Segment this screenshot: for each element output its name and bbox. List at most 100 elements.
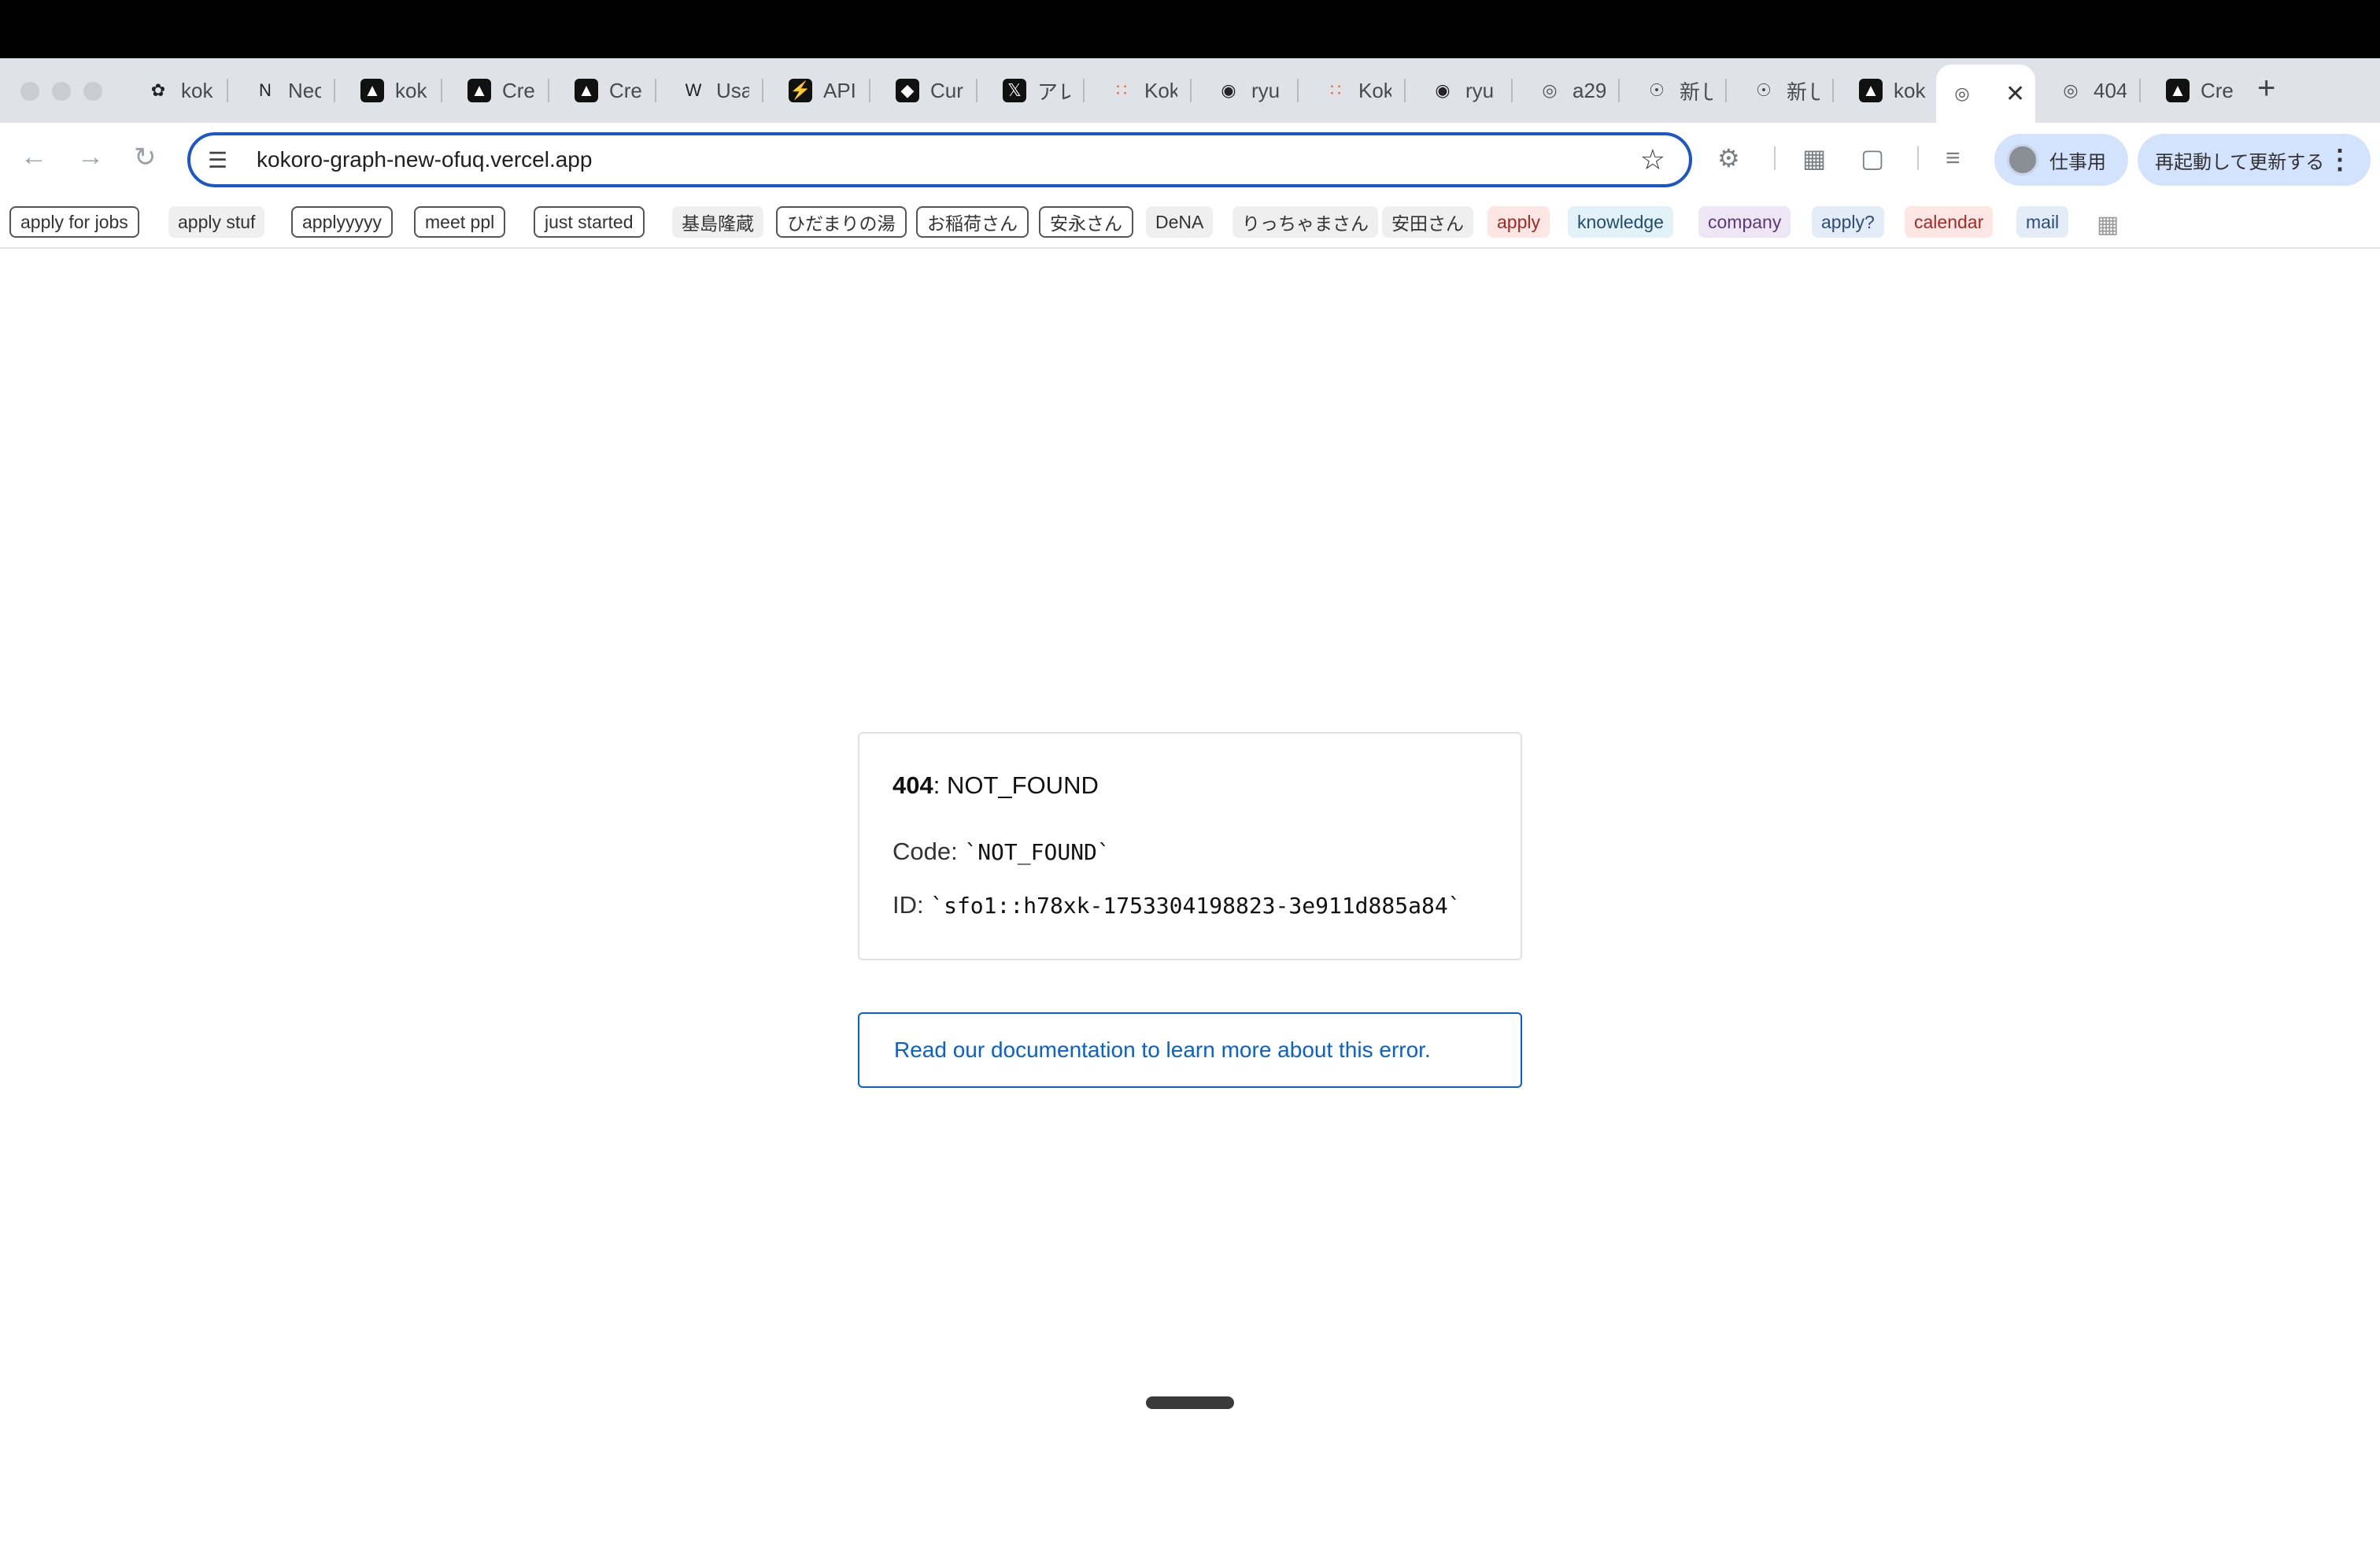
bookmark-item[interactable]: calendar bbox=[1905, 206, 1994, 238]
tab[interactable]: ▲ kok bbox=[1845, 66, 1938, 115]
tab-separator bbox=[655, 79, 656, 102]
tab-title: Kok bbox=[1144, 78, 1177, 102]
close-tab-icon[interactable]: ✕ bbox=[2005, 80, 2025, 108]
tab[interactable]: ∷ Kok bbox=[1096, 66, 1188, 115]
error-code-label: Code: bbox=[893, 838, 965, 865]
bookmark-item[interactable]: apply for jobs bbox=[9, 206, 139, 238]
vercel-icon: ▲ bbox=[1859, 79, 1883, 102]
tab-separator bbox=[227, 79, 228, 102]
tab-title: ryu bbox=[1251, 78, 1281, 102]
vercel-icon: ▲ bbox=[575, 79, 598, 102]
tab-separator bbox=[1083, 79, 1085, 102]
tab[interactable]: ◆ Cur bbox=[881, 66, 974, 115]
bolt-icon: ⚡ bbox=[789, 79, 812, 102]
zoom-window-button[interactable] bbox=[83, 82, 102, 101]
bookmark-item[interactable]: apply bbox=[1488, 206, 1550, 238]
minimize-window-button[interactable] bbox=[52, 82, 71, 101]
url-text[interactable]: kokoro-graph-new-ofuq.vercel.app bbox=[257, 147, 592, 172]
tab[interactable]: 𝕏 アレ bbox=[989, 66, 1081, 115]
tab[interactable]: ▲ Cre bbox=[560, 66, 653, 115]
tab-separator bbox=[1404, 79, 1406, 102]
bookmark-item[interactable]: 安田さん bbox=[1382, 206, 1473, 238]
tab[interactable]: ◉ ryu bbox=[1417, 66, 1510, 115]
forward-button[interactable]: → bbox=[77, 142, 104, 172]
error-code-value: `NOT_FOUND` bbox=[964, 839, 1111, 865]
address-bar[interactable]: ☰ kokoro-graph-new-ofuq.vercel.app ☆ bbox=[187, 132, 1692, 187]
bookmark-item[interactable]: knowledge bbox=[1568, 206, 1673, 238]
tab-title: kok bbox=[1894, 78, 1926, 102]
tab-separator bbox=[1297, 79, 1299, 102]
tab[interactable]: ✿ kok bbox=[132, 66, 225, 115]
extensions-icon[interactable]: ⚙ bbox=[1717, 143, 1740, 173]
tab[interactable]: ▲ Cre bbox=[2152, 66, 2245, 115]
macos-menubar bbox=[0, 0, 2380, 58]
chrome-icon: ☉ bbox=[1756, 80, 1772, 100]
bookmark-item[interactable]: company bbox=[1698, 206, 1791, 238]
menu-dots-icon[interactable]: ⋮ bbox=[2326, 144, 2353, 176]
bookmark-item[interactable]: 安永さん bbox=[1039, 206, 1133, 238]
tab[interactable]: ▲ Cre bbox=[453, 66, 546, 115]
tab-separator bbox=[1190, 79, 1192, 102]
tab-active[interactable]: ◎ ✕ bbox=[1936, 65, 2035, 123]
bookmark-item[interactable]: apply stuf bbox=[168, 206, 265, 238]
tab-title: 新し bbox=[1787, 80, 1820, 104]
cursor-icon: ◆ bbox=[896, 79, 919, 102]
tab-separator bbox=[762, 79, 763, 102]
tab[interactable]: ⚡ API bbox=[774, 66, 867, 115]
bookmark-item[interactable]: meet ppl bbox=[414, 206, 506, 238]
bookmark-item[interactable]: お稲荷さん bbox=[916, 206, 1029, 238]
x-icon: 𝕏 bbox=[1003, 79, 1026, 102]
bookmark-item[interactable]: ひだまりの湯 bbox=[776, 206, 907, 238]
tab-separator bbox=[976, 79, 978, 102]
reading-list-icon[interactable]: ≡ bbox=[1946, 143, 1961, 172]
toolbar-divider bbox=[1917, 146, 1919, 170]
tab[interactable]: ☉ 新し bbox=[1631, 66, 1724, 115]
bookmark-item[interactable]: りっちゃまさん bbox=[1232, 206, 1378, 238]
tab-separator bbox=[2139, 79, 2141, 102]
tab-title: アレ bbox=[1037, 80, 1070, 104]
tab[interactable]: ▲ kok bbox=[346, 66, 439, 115]
documentation-link[interactable]: Read our documentation to learn more abo… bbox=[858, 1012, 1522, 1088]
tab[interactable]: N Neo bbox=[239, 66, 332, 115]
github-icon: ◉ bbox=[1435, 80, 1451, 100]
bookmark-item[interactable]: just started bbox=[534, 206, 645, 238]
bookmark-item[interactable]: DeNA bbox=[1146, 206, 1214, 238]
translate-icon[interactable]: ▦ bbox=[1802, 143, 1826, 173]
tab-separator bbox=[1511, 79, 1513, 102]
tab[interactable]: ◎ 404 bbox=[2045, 66, 2138, 115]
bookmark-item[interactable]: apply? bbox=[1812, 206, 1884, 238]
tab-separator bbox=[441, 79, 442, 102]
tab[interactable]: ◉ ryu bbox=[1203, 66, 1295, 115]
back-button[interactable]: ← bbox=[20, 142, 47, 172]
lens-search-icon[interactable]: ▢ bbox=[1861, 143, 1884, 173]
bookmark-item[interactable]: mail bbox=[2016, 206, 2069, 238]
site-settings-icon[interactable]: ☰ bbox=[208, 147, 235, 173]
bookmark-star-icon[interactable]: ☆ bbox=[1640, 143, 1665, 176]
reload-button[interactable]: ↻ bbox=[134, 142, 157, 173]
tab-separator bbox=[1618, 79, 1620, 102]
error-title: 404: NOT_FOUND bbox=[893, 771, 1099, 800]
restart-update-button[interactable]: 再起動して更新する ⋮ bbox=[2138, 134, 2371, 186]
all-bookmarks-icon[interactable]: ▦ bbox=[2097, 211, 2119, 239]
new-tab-button[interactable]: + bbox=[2257, 71, 2275, 106]
close-window-button[interactable] bbox=[20, 82, 39, 101]
tab-title: Cre bbox=[2201, 78, 2234, 102]
tab-separator bbox=[1725, 79, 1727, 102]
tab-title: kok bbox=[181, 78, 213, 102]
globe-icon: ◎ bbox=[2063, 80, 2079, 100]
tab[interactable]: ☉ 新し bbox=[1738, 66, 1831, 115]
w-icon: W bbox=[685, 80, 702, 100]
error-id-label: ID: bbox=[893, 891, 931, 919]
tab[interactable]: W Usa bbox=[667, 66, 760, 115]
tab[interactable]: ◎ a29 bbox=[1524, 66, 1617, 115]
vercel-icon: ▲ bbox=[360, 79, 384, 102]
vercel-icon: ▲ bbox=[468, 79, 491, 102]
tab-title: kok bbox=[395, 78, 427, 102]
globe-icon: ◎ bbox=[1954, 83, 1970, 103]
bookmark-item[interactable]: 基島隆蔵 bbox=[672, 206, 763, 238]
tab[interactable]: ∷ Kok bbox=[1310, 66, 1402, 115]
bookmark-item[interactable]: applyyyyy bbox=[291, 206, 393, 238]
error-status-text: : NOT_FOUND bbox=[933, 771, 1099, 799]
error-id-value: `sfo1::h78xk-1753304198823-3e911d885a84` bbox=[930, 893, 1462, 919]
profile-button[interactable]: 仕事用 bbox=[1994, 134, 2128, 186]
